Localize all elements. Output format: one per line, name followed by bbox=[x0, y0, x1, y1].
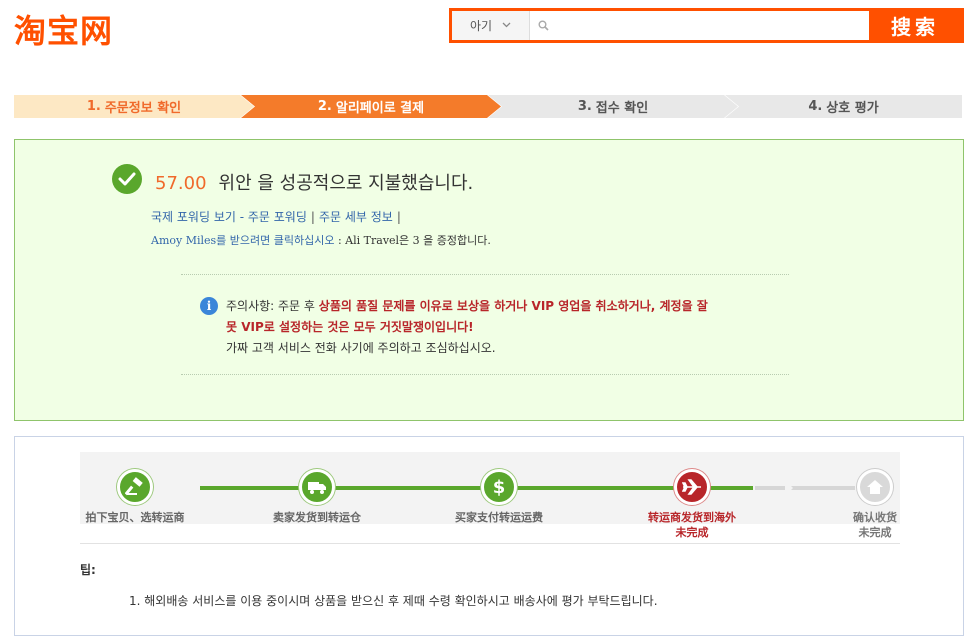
progress-track: 拍下宝贝、选转运商 卖家发货到转运仓 $ 买家支付转运运费 转运商发货到海外 未… bbox=[80, 452, 900, 539]
amoy-miles-text: : Ali Travel은 3 을 증정합니다. bbox=[334, 234, 491, 247]
step-label-text: 拍下宝贝、选转运商 bbox=[85, 511, 185, 524]
notice-prefix: 주의사항: 주문 후 bbox=[226, 299, 319, 313]
order-links: 국제 포워딩 보기 - 주문 포워딩 | 주문 세부 정보 | bbox=[151, 208, 405, 225]
link-separator: | bbox=[396, 210, 401, 224]
step-label: 접수 확인 bbox=[595, 101, 649, 116]
search-bar: 아기 搜索 bbox=[449, 8, 964, 43]
truck-icon bbox=[299, 469, 335, 505]
track-arrow bbox=[785, 480, 793, 496]
step-label-text: 转运商发货到海外 bbox=[648, 511, 736, 524]
progress-step-label: 卖家发货到转运仓 bbox=[261, 510, 373, 525]
notice-caution: 가짜 고객 서비스 전화 사기에 주의하고 조심하십시오. bbox=[226, 341, 496, 355]
checkout-step-bar: 1. 주문정보 확인 2. 알리페이로 결제 3. 접수 확인 4. 상호 평가 bbox=[14, 95, 962, 118]
step-label-text: 卖家发货到转运仓 bbox=[273, 511, 361, 524]
progress-line-done bbox=[200, 486, 753, 490]
tip-title: 팁: bbox=[80, 563, 96, 577]
chevron-down-icon bbox=[502, 20, 511, 31]
search-icon bbox=[538, 16, 549, 35]
dotted-divider bbox=[181, 374, 789, 375]
step-alipay-payment: 2. 알리페이로 결제 bbox=[241, 95, 501, 118]
step-mutual-review: 4. 상호 평가 bbox=[725, 95, 962, 118]
check-circle-icon bbox=[112, 164, 142, 194]
step-receipt-confirm: 3. 접수 확인 bbox=[488, 95, 738, 118]
info-icon: i bbox=[200, 297, 218, 315]
progress-step-label: 转运商发货到海外 未完成 bbox=[636, 510, 748, 540]
step-label-text: 确认收货 bbox=[853, 511, 897, 524]
progress-step-label: 确认收货 未完成 bbox=[830, 510, 920, 540]
payment-success-message: 57.00 위안 을 성공적으로 지불했습니다. bbox=[155, 169, 473, 195]
step-number: 1. bbox=[86, 99, 101, 114]
payment-success-panel: 57.00 위안 을 성공적으로 지불했습니다. 국제 포워딩 보기 - 주문 포… bbox=[14, 139, 964, 421]
airplane-icon bbox=[674, 469, 710, 505]
dollar-icon: $ bbox=[481, 469, 517, 505]
step-label: 알리페이로 결제 bbox=[335, 101, 425, 116]
step-number: 3. bbox=[577, 99, 592, 114]
step-number: 4. bbox=[808, 99, 823, 114]
step-label: 상호 평가 bbox=[826, 101, 879, 116]
link-separator: | bbox=[310, 210, 315, 224]
search-button[interactable]: 搜索 bbox=[869, 11, 961, 40]
svg-text:$: $ bbox=[493, 477, 506, 497]
step-status-text: 未完成 bbox=[675, 526, 709, 539]
tip-item: 1. 해외배송 서비스를 이용 중이시며 상품을 받으신 후 제때 수령 확인하… bbox=[129, 594, 658, 608]
fraud-notice: 주의사항: 주문 후 상품의 품질 문제를 이유로 보상을 하거나 VIP 영업… bbox=[226, 296, 716, 359]
shipping-progress-panel: 拍下宝贝、选转运商 卖家发货到转运仓 $ 买家支付转运运费 转运商发货到海外 未… bbox=[14, 436, 964, 636]
amoy-miles-link[interactable]: Amoy Miles를 받으려면 클릭하십시오 bbox=[151, 234, 334, 247]
step-status-text: 未完成 bbox=[858, 526, 892, 539]
home-icon bbox=[857, 469, 893, 505]
step-number: 2. bbox=[317, 99, 332, 114]
order-detail-link[interactable]: 주문 세부 정보 bbox=[319, 210, 393, 224]
hammer-icon bbox=[117, 469, 153, 505]
forwarding-link[interactable]: 국제 포워딩 보기 - 주문 포워딩 bbox=[151, 210, 307, 224]
section-divider bbox=[80, 543, 900, 544]
search-input[interactable] bbox=[549, 11, 869, 40]
step-confirm-order: 1. 주문정보 확인 bbox=[14, 95, 254, 118]
search-category-label: 아기 bbox=[469, 19, 493, 33]
progress-line-pending bbox=[755, 486, 855, 490]
progress-step-label: 买家支付转运运费 bbox=[443, 510, 555, 525]
progress-step-label: 拍下宝贝、选转运商 bbox=[80, 510, 190, 525]
paid-amount: 57.00 bbox=[155, 173, 207, 194]
step-label-text: 买家支付转运运费 bbox=[455, 511, 543, 524]
search-field bbox=[530, 11, 869, 40]
amoy-miles-line: Amoy Miles를 받으려면 클릭하십시오 : Ali Travel은 3 … bbox=[151, 232, 491, 248]
search-category-select[interactable]: 아기 bbox=[452, 11, 530, 40]
taobao-logo[interactable]: 淘宝网 bbox=[14, 6, 113, 52]
success-text: 위안 을 성공적으로 지불했습니다. bbox=[218, 173, 474, 194]
step-label: 주문정보 확인 bbox=[104, 101, 182, 116]
dotted-divider bbox=[181, 274, 789, 275]
